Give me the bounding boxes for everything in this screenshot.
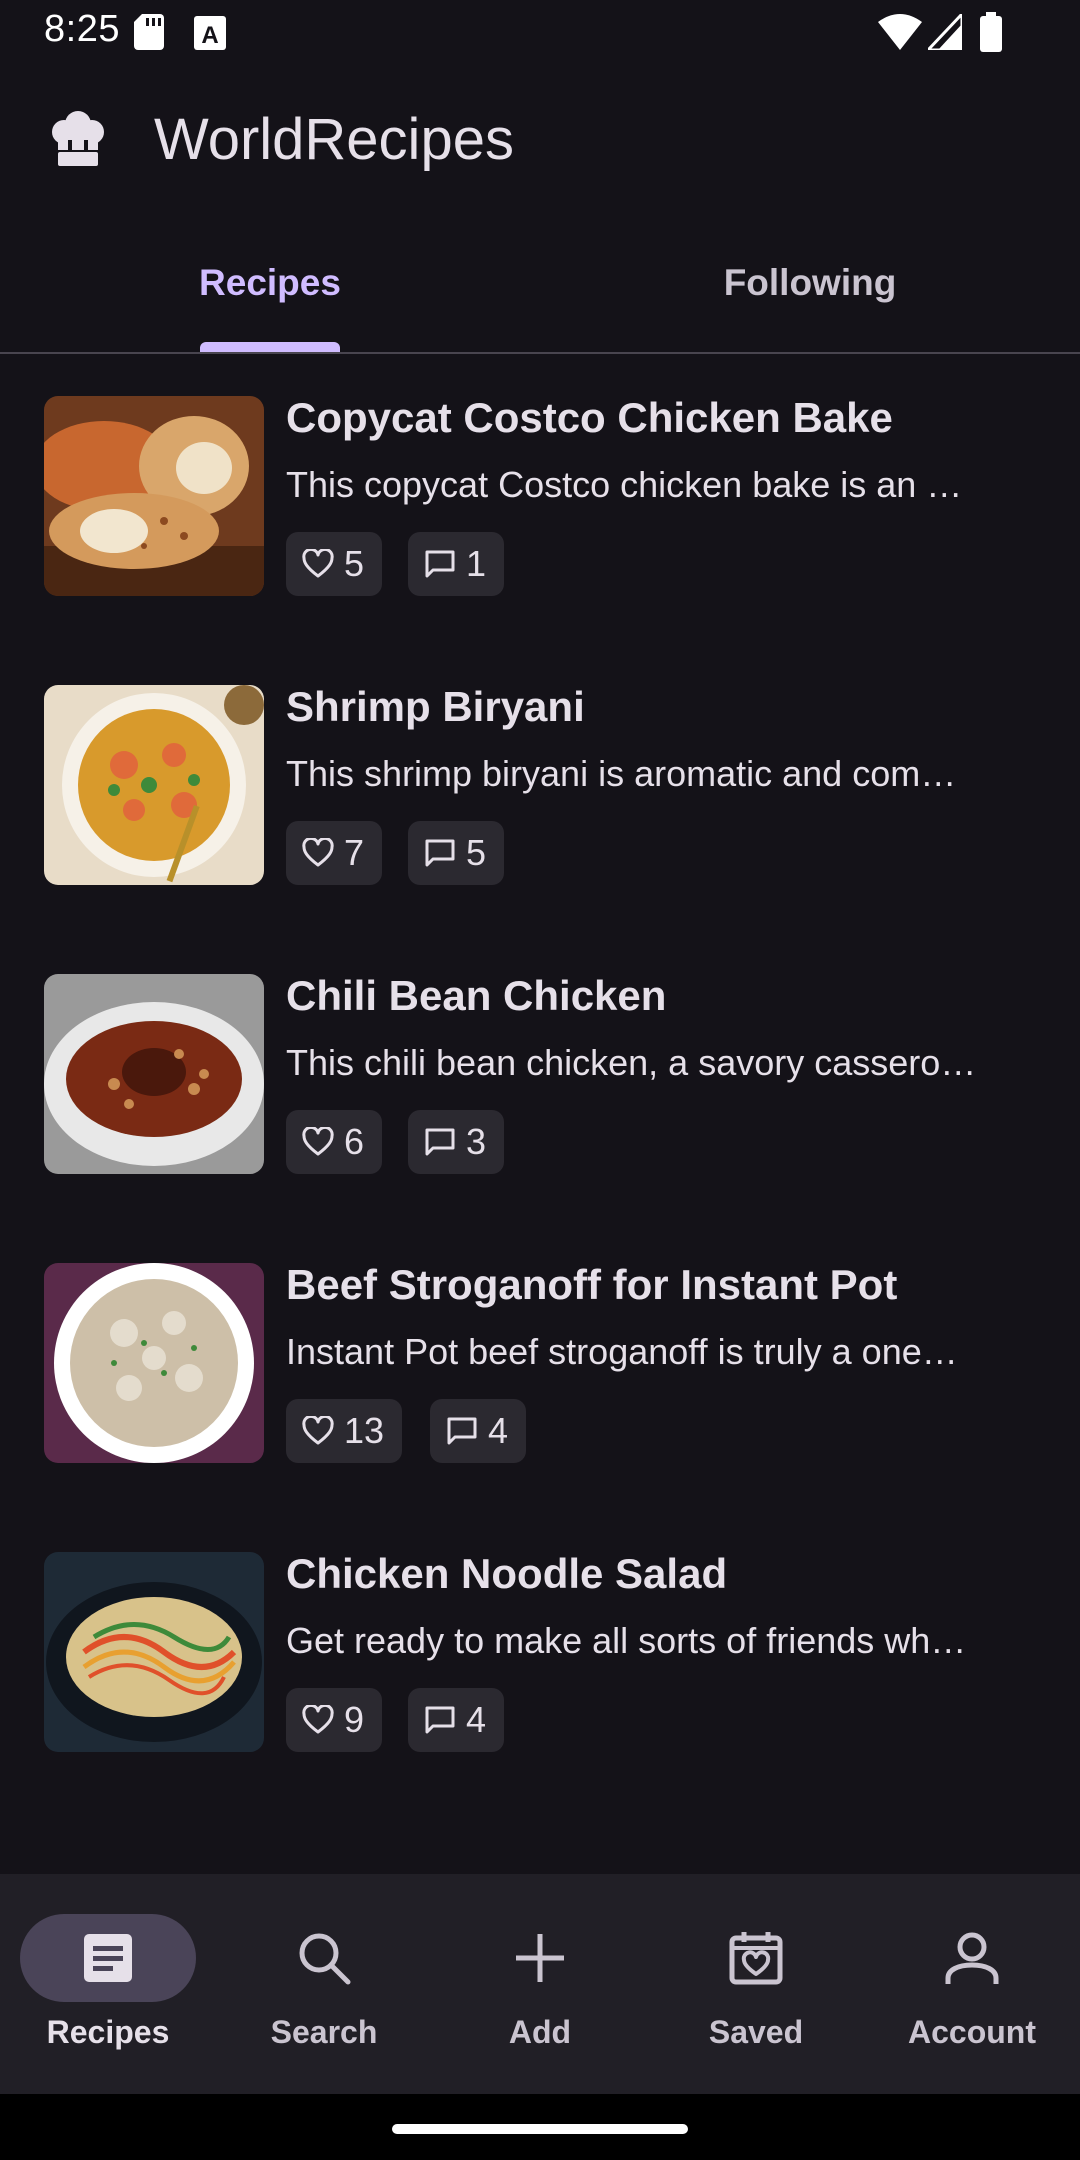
recipe-image — [44, 396, 264, 596]
recipe-description: Instant Pot beef stroganoff is truly a o… — [286, 1331, 958, 1372]
like-chip[interactable]: 6 — [286, 1110, 383, 1174]
plus-icon — [510, 1928, 570, 1988]
nav-item-recipes[interactable]: Recipes — [0, 1874, 216, 2094]
like-chip[interactable]: 5 — [286, 532, 383, 596]
comment-chip[interactable]: 5 — [408, 821, 505, 885]
wifi-icon — [878, 14, 922, 55]
recipe-image — [44, 685, 264, 885]
bottom-nav: Recipes Search Add Saved Account — [0, 1874, 1080, 2094]
nav-label: Recipes — [46, 2014, 170, 2050]
signal-icon — [924, 10, 964, 55]
gesture-nav-area — [0, 2094, 1080, 2160]
nav-item-search[interactable]: Search — [216, 1874, 432, 2094]
recipe-title: Chicken Noodle Salad — [286, 1550, 728, 1597]
recipe-image — [44, 1263, 264, 1463]
battery-icon — [980, 12, 1002, 57]
article-icon — [78, 1928, 138, 1988]
recipe-card[interactable]: Beef Stroganoff for Instant Pot Instant … — [0, 1221, 1080, 1510]
comment-icon — [425, 839, 455, 867]
like-count: 7 — [344, 832, 365, 873]
gesture-handle[interactable] — [392, 2124, 688, 2134]
like-count: 6 — [344, 1121, 365, 1162]
keyboard-a-icon: A — [194, 16, 226, 55]
status-time: 8:25 — [44, 8, 120, 50]
nav-item-add[interactable]: Add — [432, 1874, 648, 2094]
recipe-card[interactable]: Copycat Costco Chicken Bake This copycat… — [0, 354, 1080, 643]
search-icon — [294, 1928, 354, 1988]
comment-chip[interactable]: 4 — [408, 1688, 505, 1752]
like-count: 13 — [344, 1410, 385, 1451]
recipe-title: Chili Bean Chicken — [286, 972, 667, 1019]
nav-label: Account — [908, 2014, 1036, 2050]
nav-label: Saved — [708, 2014, 804, 2050]
app-bar: WorldRecipes — [0, 80, 1080, 200]
app-title: WorldRecipes — [154, 107, 514, 172]
heart-icon — [302, 1705, 334, 1734]
comment-icon — [425, 550, 455, 578]
comment-count: 4 — [466, 1699, 487, 1740]
status-bar: 8:25 A — [0, 0, 1080, 66]
comment-icon — [425, 1706, 455, 1734]
tab-following-label: Following — [723, 262, 897, 303]
tab-recipes[interactable]: Recipes — [0, 220, 540, 352]
recipe-description: This chili bean chicken, a savory casser… — [286, 1042, 977, 1083]
recipe-card[interactable]: Shrimp Biryani This shrimp biryani is ar… — [0, 643, 1080, 932]
recipe-card[interactable]: Chili Bean Chicken This chili bean chick… — [0, 932, 1080, 1221]
nav-label: Add — [508, 2014, 572, 2050]
like-chip[interactable]: 9 — [286, 1688, 383, 1752]
like-count: 5 — [344, 543, 365, 584]
heart-icon — [302, 1416, 334, 1445]
recipe-card[interactable]: Chicken Noodle Salad Get ready to make a… — [0, 1510, 1080, 1799]
comment-count: 1 — [466, 543, 487, 584]
comment-chip[interactable]: 3 — [408, 1110, 505, 1174]
tab-bar: Recipes Following — [0, 220, 1080, 354]
recipe-description: This shrimp biryani is aromatic and com… — [286, 753, 957, 794]
heart-icon — [302, 1127, 334, 1156]
nav-item-account[interactable]: Account — [864, 1874, 1080, 2094]
recipe-description: Get ready to make all sorts of friends w… — [286, 1620, 967, 1661]
sd-card-icon — [134, 14, 164, 55]
recipe-image — [44, 1552, 264, 1752]
like-count: 9 — [344, 1699, 365, 1740]
heart-icon — [302, 838, 334, 867]
calendar-heart-icon — [726, 1928, 786, 1988]
comment-icon — [425, 1128, 455, 1156]
heart-icon — [302, 549, 334, 578]
chef-hat-icon — [48, 110, 108, 170]
recipe-title: Shrimp Biryani — [286, 683, 585, 730]
svg-text:A: A — [201, 22, 218, 49]
like-chip[interactable]: 13 — [286, 1399, 403, 1463]
comment-icon — [447, 1417, 477, 1445]
comment-count: 5 — [466, 832, 487, 873]
tab-indicator — [200, 342, 340, 352]
nav-item-saved[interactable]: Saved — [648, 1874, 864, 2094]
tab-recipes-label: Recipes — [199, 262, 341, 303]
nav-label: Search — [270, 2014, 378, 2050]
comment-count: 4 — [488, 1410, 509, 1451]
recipe-title: Beef Stroganoff for Instant Pot — [286, 1261, 898, 1308]
person-icon — [942, 1928, 1002, 1988]
tab-following[interactable]: Following — [540, 220, 1080, 352]
recipe-title: Copycat Costco Chicken Bake — [286, 394, 893, 441]
comment-chip[interactable]: 4 — [430, 1399, 527, 1463]
comment-count: 3 — [466, 1121, 487, 1162]
like-chip[interactable]: 7 — [286, 821, 383, 885]
comment-chip[interactable]: 1 — [408, 532, 505, 596]
recipe-description: This copycat Costco chicken bake is an … — [286, 464, 963, 505]
recipe-image — [44, 974, 264, 1174]
